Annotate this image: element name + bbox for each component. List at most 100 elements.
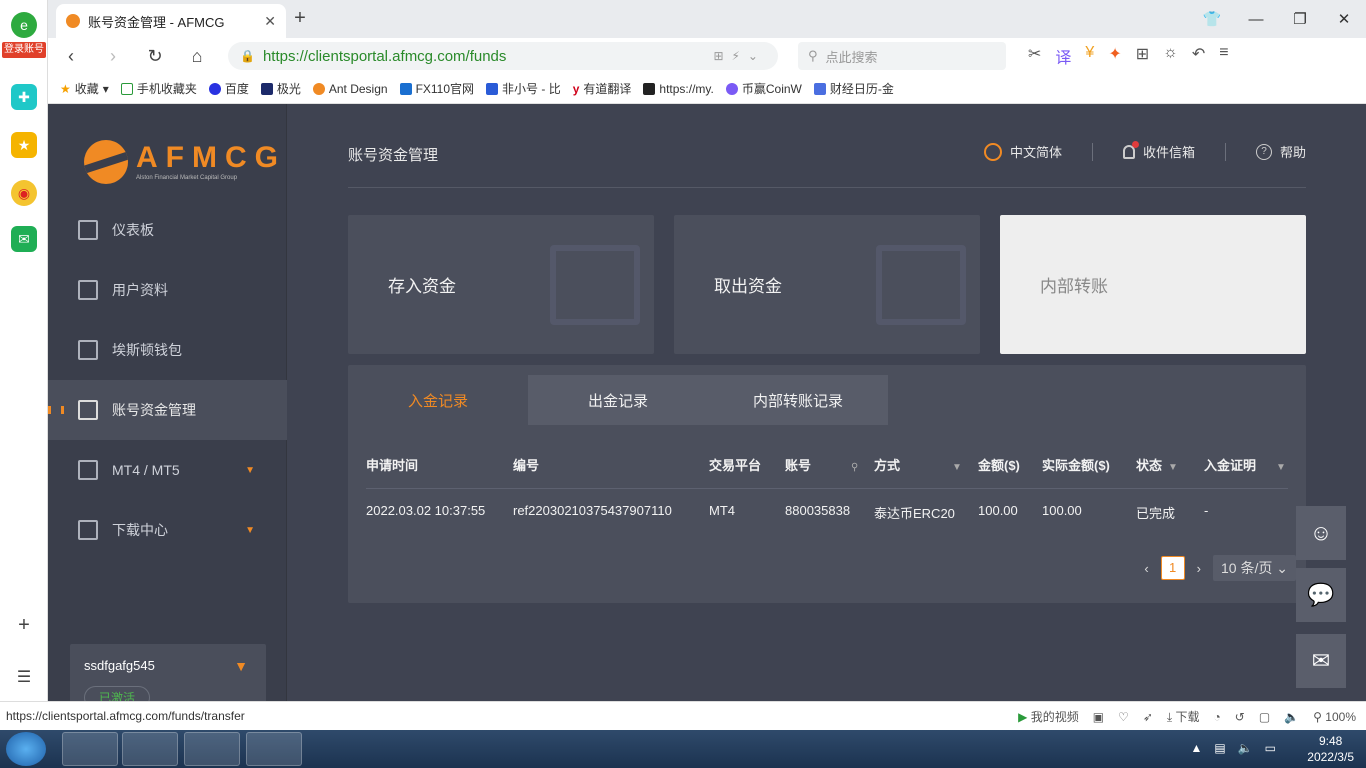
- page-size-select[interactable]: 10 条/页 ⌄: [1213, 555, 1296, 581]
- tray-arrow-icon[interactable]: ▲: [1190, 741, 1202, 755]
- window-close-icon[interactable]: ✕: [1322, 0, 1366, 38]
- add-icon[interactable]: +: [11, 612, 37, 638]
- wechat-icon: 💬: [1307, 582, 1335, 607]
- bookmark-item[interactable]: 非小号 - 比: [486, 80, 561, 97]
- sidebar-item-downloads[interactable]: 下载中心 ▼: [48, 500, 287, 560]
- sidebar-item-wallet[interactable]: 埃斯顿钱包: [48, 320, 287, 380]
- taskbar-browser-icon[interactable]: [184, 732, 240, 766]
- bookmark-item[interactable]: 极光: [260, 80, 301, 97]
- forward-icon[interactable]: ›: [100, 44, 126, 68]
- bookmark-item[interactable]: 百度: [208, 80, 249, 97]
- browser-tab-active[interactable]: 账号资金管理 - AFMCG ✕: [56, 4, 286, 38]
- page-title: 账号资金管理: [348, 147, 439, 164]
- rocket-icon[interactable]: ➶: [1143, 710, 1153, 724]
- bookmark-item[interactable]: Ant Design: [312, 82, 388, 96]
- taskbar-folder-icon[interactable]: [246, 732, 302, 766]
- star-icon: ★: [60, 81, 71, 96]
- my-video-link[interactable]: ▶ 我的视频: [1018, 708, 1079, 725]
- monitor-icon[interactable]: ▭: [1265, 741, 1276, 755]
- image-icon[interactable]: ▣: [1093, 710, 1104, 724]
- dashboard-icon[interactable]: ◔: [1214, 710, 1221, 724]
- taskbar-notebook-icon[interactable]: [122, 732, 178, 766]
- deposit-card[interactable]: 存入资金: [348, 215, 654, 354]
- bookmark-item[interactable]: 币赢CoinW: [725, 80, 802, 97]
- search-input[interactable]: ⚲ 点此搜索: [798, 42, 1006, 70]
- tab-transfer-records[interactable]: 内部转账记录: [708, 375, 888, 425]
- language-switch[interactable]: 中文简体: [983, 142, 1062, 161]
- qq-contact-button[interactable]: ☺: [1296, 506, 1346, 560]
- window-icon[interactable]: ▢: [1259, 710, 1270, 724]
- maximize-icon[interactable]: ❐: [1278, 0, 1322, 38]
- sidebar-item-dashboard[interactable]: 仪表板: [48, 200, 287, 260]
- windows-start-icon[interactable]: [6, 732, 46, 766]
- new-tab-button[interactable]: +: [288, 6, 312, 30]
- bookmark-item[interactable]: 手机收藏夹: [120, 80, 197, 97]
- help-link[interactable]: ? 帮助: [1255, 142, 1306, 161]
- zoom-control[interactable]: ⚲ 100%: [1313, 710, 1356, 724]
- address-tools-icon[interactable]: ⊞⚡⌄: [713, 49, 778, 63]
- coin-icon[interactable]: ¥: [1085, 44, 1094, 68]
- bookmark-item[interactable]: y 有道翻译: [573, 80, 632, 97]
- filter-icon[interactable]: ▼: [1276, 462, 1286, 473]
- speaker-icon[interactable]: 🔈: [1238, 741, 1253, 755]
- plus-app-icon[interactable]: ✚: [11, 84, 37, 110]
- page-number[interactable]: 1: [1160, 556, 1185, 580]
- download-link[interactable]: ⤓ 下载: [1167, 708, 1200, 725]
- sidebar-item-mt4-mt5[interactable]: MT4 / MT5 ▼: [48, 440, 287, 500]
- scissors-icon[interactable]: ✂: [1028, 44, 1041, 68]
- inbox-link[interactable]: 收件信箱: [1122, 140, 1195, 161]
- undo-icon[interactable]: ↶: [1192, 44, 1205, 68]
- minimize-icon[interactable]: —: [1234, 0, 1278, 38]
- user-account-box[interactable]: ssdfgafg545 ▼ 已激活: [70, 644, 266, 701]
- shirt-skin-icon[interactable]: 👕: [1190, 0, 1234, 38]
- menu-list-icon[interactable]: ☰: [11, 664, 37, 690]
- withdraw-card[interactable]: 取出资金: [674, 215, 980, 354]
- bookmark-item[interactable]: https://my.: [643, 82, 714, 96]
- back-icon[interactable]: ‹: [58, 44, 84, 68]
- bookmark-item[interactable]: ★ 收藏 ▾: [60, 80, 109, 97]
- sidebar-item-funds[interactable]: 账号资金管理: [48, 380, 287, 440]
- column-header: 交易平台: [709, 458, 762, 473]
- weibo-icon[interactable]: ◉: [11, 180, 37, 206]
- heart-icon[interactable]: ♡: [1118, 710, 1129, 724]
- mail-icon[interactable]: ✉: [11, 226, 37, 252]
- volume-icon[interactable]: 🔈: [1284, 710, 1299, 724]
- browser-logo-icon[interactable]: e: [11, 12, 37, 38]
- internal-transfer-card[interactable]: 内部转账: [1000, 215, 1306, 354]
- email-contact-button[interactable]: ✉: [1296, 634, 1346, 688]
- filter-icon[interactable]: ▼: [1168, 462, 1178, 473]
- taskbar-clock[interactable]: 9:48 2022/3/5: [1307, 733, 1354, 765]
- network-icon[interactable]: ▤: [1214, 741, 1225, 755]
- game-icon[interactable]: ✦: [1108, 44, 1121, 68]
- cell-method: 泰达币ERC20: [874, 506, 955, 521]
- bookmark-item[interactable]: 财经日历-金: [813, 80, 894, 97]
- reload-icon[interactable]: ↻: [142, 44, 168, 68]
- home-icon[interactable]: ⌂: [184, 44, 210, 68]
- site-icon: [643, 82, 656, 95]
- tab-withdraw-records[interactable]: 出金记录: [528, 375, 708, 425]
- brightness-icon[interactable]: ☼: [1163, 44, 1178, 68]
- chevron-down-icon: ▼: [245, 524, 255, 536]
- refresh-icon[interactable]: ↺: [1235, 710, 1245, 724]
- close-icon[interactable]: ✕: [264, 13, 276, 30]
- tab-deposit-records[interactable]: 入金记录: [348, 375, 528, 425]
- url-field[interactable]: 🔒 https://clientsportal.afmcg.com/funds …: [228, 42, 778, 70]
- grid-apps-icon[interactable]: ⊞: [1136, 44, 1149, 68]
- brand-logo[interactable]: AFMCG Alston Financial Market Capital Gr…: [84, 140, 286, 184]
- sidebar-item-profile[interactable]: 用户资料: [48, 260, 287, 320]
- login-account-badge[interactable]: 登录账号: [2, 42, 46, 58]
- system-tray: ▲ ▤ 🔈 ▭: [1190, 741, 1276, 755]
- wallet-icon: [78, 340, 98, 360]
- wechat-contact-button[interactable]: 💬: [1296, 568, 1346, 622]
- menu-icon[interactable]: ≡: [1219, 44, 1228, 68]
- clock-date: 2022/3/5: [1307, 750, 1354, 764]
- filter-icon[interactable]: ▼: [952, 462, 962, 473]
- favorites-star-icon[interactable]: ★: [11, 132, 37, 158]
- prev-page-icon[interactable]: ‹: [1144, 561, 1148, 576]
- translate-icon[interactable]: 译: [1055, 44, 1071, 68]
- search-icon[interactable]: ⚲: [851, 462, 858, 473]
- taskbar-player-icon[interactable]: [62, 732, 118, 766]
- chevron-down-icon[interactable]: ▼: [234, 658, 248, 674]
- next-page-icon[interactable]: ›: [1197, 561, 1201, 576]
- bookmark-item[interactable]: FX110官网: [399, 80, 474, 97]
